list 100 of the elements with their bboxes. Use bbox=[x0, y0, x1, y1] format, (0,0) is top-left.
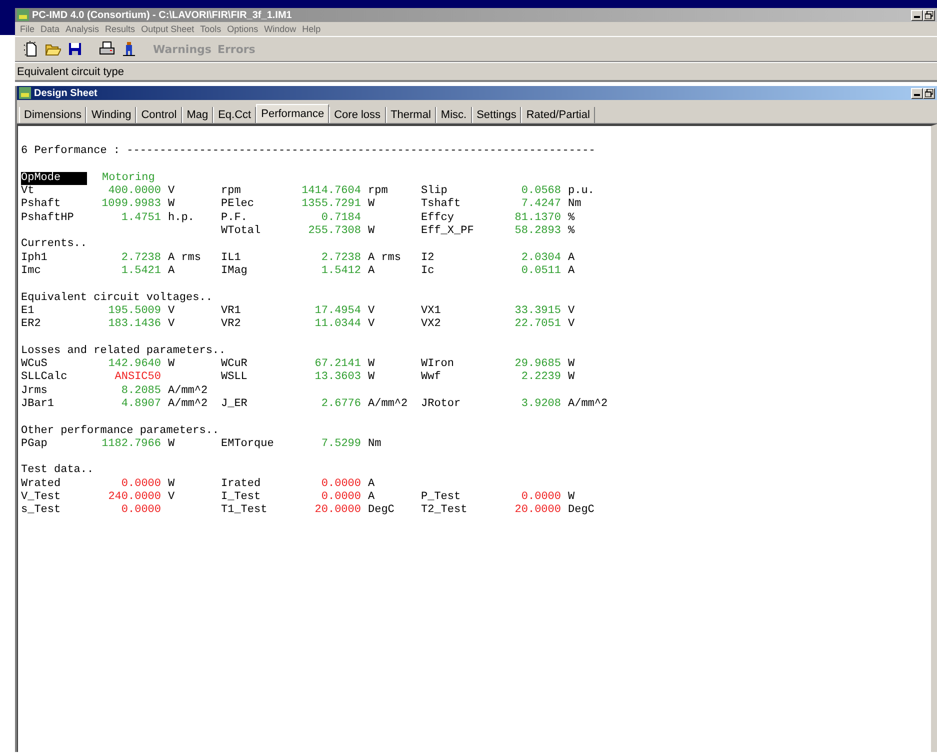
section-heading: Test data.. bbox=[21, 464, 95, 478]
menu-item[interactable]: Help bbox=[299, 24, 324, 34]
unit-label: A rms bbox=[367, 252, 402, 265]
param-value: 255.7308 bbox=[307, 225, 361, 238]
param-label: P_Test bbox=[421, 491, 462, 504]
unit-label: W bbox=[167, 198, 176, 212]
menu-item[interactable]: Output Sheet bbox=[138, 24, 198, 34]
section-heading: Other performance parameters.. bbox=[21, 424, 220, 438]
param-value: 17.4954 bbox=[314, 304, 361, 318]
param-label: PGap bbox=[21, 438, 48, 452]
section-heading: Equivalent circuit voltages.. bbox=[21, 292, 214, 305]
param-label: VX1 bbox=[421, 304, 442, 318]
unit-label: A bbox=[167, 264, 176, 278]
param-label: I2 bbox=[421, 252, 436, 265]
param-value: 1.4751 bbox=[120, 212, 161, 226]
param-value: 0.0000 bbox=[520, 491, 561, 504]
tab[interactable]: Control bbox=[136, 107, 182, 123]
tab[interactable]: Winding bbox=[86, 107, 136, 123]
unit-label: A/mm^2 bbox=[367, 398, 409, 412]
unit-label: A bbox=[567, 252, 576, 265]
param-value: 195.5009 bbox=[107, 304, 161, 318]
minimize-button[interactable] bbox=[911, 88, 923, 98]
restore-icon bbox=[925, 89, 933, 97]
param-value: 67.2141 bbox=[314, 358, 361, 372]
tab[interactable]: Settings bbox=[472, 107, 522, 123]
param-label: rpm bbox=[221, 185, 242, 198]
param-value: 7.5299 bbox=[320, 438, 361, 452]
param-label: VR2 bbox=[221, 318, 242, 332]
unit-label: DegC bbox=[567, 504, 596, 518]
param-label: s_Test bbox=[21, 504, 62, 518]
param-value: 0.0000 bbox=[320, 478, 361, 492]
param-value: 20.0000 bbox=[314, 504, 361, 518]
printer-icon bbox=[99, 41, 115, 57]
tab[interactable]: Rated/Partial bbox=[521, 107, 595, 123]
menu-item[interactable]: Tools bbox=[197, 24, 224, 34]
unit-label: A rms bbox=[167, 252, 202, 265]
param-label[interactable]: OpMode bbox=[21, 172, 87, 186]
param-value: 1099.9983 bbox=[100, 198, 161, 212]
restore-icon bbox=[925, 11, 933, 19]
param-label: PElec bbox=[221, 198, 256, 212]
param-label: IMag bbox=[221, 264, 248, 278]
param-value: 0.0511 bbox=[520, 264, 561, 278]
unit-label: W bbox=[367, 198, 376, 212]
app-icon bbox=[17, 9, 29, 21]
param-label: Imc bbox=[21, 264, 42, 278]
param-value: 2.6776 bbox=[320, 398, 361, 412]
param-label: Wwf bbox=[421, 371, 442, 385]
param-value: 2.7238 bbox=[320, 252, 361, 265]
param-value: 1414.7604 bbox=[300, 185, 361, 198]
unit-label: A/mm^2 bbox=[567, 398, 609, 412]
menu-item[interactable]: Analysis bbox=[62, 24, 102, 34]
tab[interactable]: Performance bbox=[256, 104, 330, 123]
param-value: 1182.7966 bbox=[100, 438, 161, 452]
param-value: 20.0000 bbox=[514, 504, 561, 518]
menu-item[interactable]: Results bbox=[102, 24, 138, 34]
param-label: WTotal bbox=[221, 225, 262, 238]
param-value: 240.0000 bbox=[107, 491, 161, 504]
unit-label: V bbox=[167, 304, 176, 318]
app-icon bbox=[19, 87, 31, 99]
param-value: 1.5421 bbox=[120, 264, 161, 278]
menu-item[interactable]: Options bbox=[224, 24, 262, 34]
param-label: EMTorque bbox=[221, 438, 275, 452]
tab[interactable]: Mag bbox=[182, 107, 214, 123]
param-label: Wrated bbox=[21, 478, 62, 492]
param-value: ANSIC50 bbox=[114, 371, 161, 385]
unit-label: % bbox=[567, 225, 576, 238]
param-label: Irated bbox=[221, 478, 262, 492]
param-label: IL1 bbox=[221, 252, 242, 265]
tab[interactable]: Core loss bbox=[329, 107, 386, 123]
unit-label: W bbox=[367, 225, 376, 238]
param-label: I_Test bbox=[221, 491, 262, 504]
restore-button[interactable] bbox=[923, 88, 935, 98]
tab[interactable]: Thermal bbox=[386, 107, 436, 123]
unit-label: A bbox=[367, 491, 376, 504]
param-label: Jrms bbox=[21, 384, 48, 398]
menu-item[interactable]: Window bbox=[261, 24, 300, 34]
param-label: SLLCalc bbox=[21, 371, 68, 385]
menu-item[interactable]: Data bbox=[38, 24, 63, 34]
tab[interactable]: Eq.Cct bbox=[213, 107, 256, 123]
section-heading: Currents.. bbox=[21, 238, 88, 252]
window-title: Design Sheet bbox=[34, 88, 98, 98]
unit-label: W bbox=[567, 358, 576, 372]
param-value: 58.2893 bbox=[514, 225, 561, 238]
section-heading: Losses and related parameters.. bbox=[21, 344, 227, 358]
param-value: 11.0344 bbox=[314, 318, 361, 332]
param-label: E1 bbox=[21, 304, 36, 318]
param-value: 13.3603 bbox=[314, 371, 361, 385]
param-value: 0.0568 bbox=[520, 185, 561, 198]
tab[interactable]: Misc. bbox=[436, 107, 472, 123]
param-value: 7.4247 bbox=[520, 198, 561, 212]
unit-label: W bbox=[367, 371, 376, 385]
figure-icon bbox=[121, 41, 137, 57]
tab[interactable]: Dimensions bbox=[19, 107, 86, 123]
param-label: V_Test bbox=[21, 491, 62, 504]
param-value: 81.1370 bbox=[514, 212, 561, 226]
param-value: 1.5412 bbox=[320, 264, 361, 278]
unit-label: W bbox=[167, 478, 176, 492]
param-label: Iph1 bbox=[21, 252, 48, 265]
save-icon bbox=[67, 41, 83, 57]
menu-item[interactable]: File bbox=[17, 24, 38, 34]
